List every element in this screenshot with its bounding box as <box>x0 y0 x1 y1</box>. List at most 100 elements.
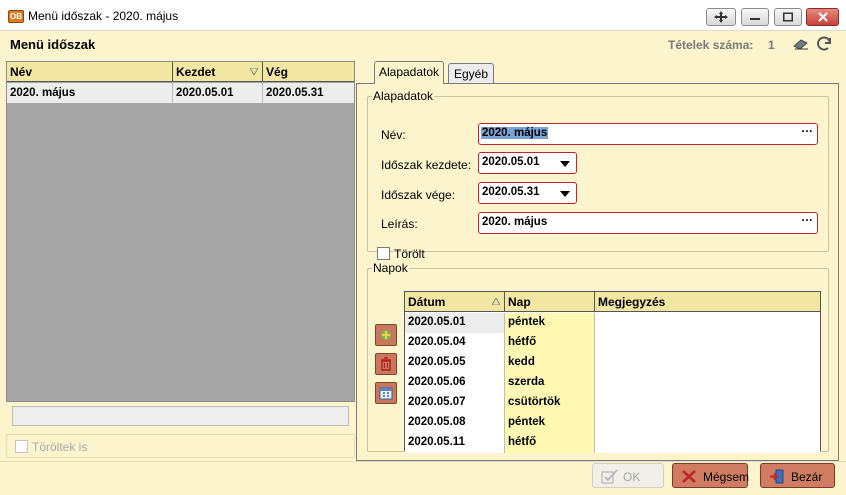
tab-content: Alapadatok Név: 2020. május ··· Időszak … <box>356 83 839 461</box>
name-field[interactable]: 2020. május ··· <box>478 123 818 145</box>
page-title: Menü időszak <box>10 37 96 52</box>
alapadatok-group: Alapadatok Név: 2020. május ··· Időszak … <box>367 89 829 261</box>
cell-date: 2020.05.11 <box>405 433 505 453</box>
cell-day: péntek <box>505 313 595 333</box>
item-count-label: Tételek száma: <box>668 38 754 52</box>
name-value: 2020. május <box>481 127 549 139</box>
deleted-too-checkbox[interactable] <box>15 440 28 453</box>
tab-alapadatok[interactable]: Alapadatok <box>374 61 444 84</box>
cell-end: 2020.05.31 <box>266 87 324 99</box>
move-button[interactable] <box>706 8 736 26</box>
filter-input[interactable] <box>12 406 349 426</box>
deleted-label: Törölt <box>394 247 425 261</box>
table-row[interactable]: 2020.05.07 csütörtök <box>405 393 820 413</box>
cell-date: 2020.05.06 <box>405 373 505 393</box>
move-icon <box>714 11 728 23</box>
edit-check-icon <box>601 469 618 484</box>
divider <box>0 461 846 462</box>
table-row[interactable]: 2020.05.01 péntek <box>405 313 820 333</box>
napok-group: Napok Dátum Nap Megjegyzés 2020.05.01 pé… <box>367 261 829 453</box>
days-grid-header: Dátum Nap Megjegyzés <box>405 292 820 312</box>
table-row[interactable]: 2020.05.08 péntek <box>405 413 820 433</box>
cancel-button[interactable]: Mégsem <box>672 463 750 488</box>
column-header-day[interactable]: Nap <box>505 292 595 312</box>
start-date-picker[interactable]: 2020.05.01 <box>478 152 577 174</box>
detail-panel: Alapadatok Egyéb Alapadatok Név: 2020. m… <box>356 61 840 461</box>
table-row[interactable]: 2020.05.06 szerda <box>405 373 820 393</box>
column-header-start[interactable]: Kezdet <box>173 62 263 82</box>
column-header-note[interactable]: Megjegyzés <box>595 292 820 312</box>
close-label: Bezár <box>791 470 823 484</box>
close-icon <box>817 12 828 22</box>
close-button[interactable]: Bezár <box>760 463 835 488</box>
end-label: Időszak vége: <box>381 188 456 202</box>
days-grid[interactable]: Dátum Nap Megjegyzés 2020.05.01 péntek 2… <box>404 291 821 453</box>
calendar-button[interactable] <box>375 382 397 404</box>
cell-note[interactable] <box>595 433 820 453</box>
calendar-icon <box>379 387 393 400</box>
end-date-picker[interactable]: 2020.05.31 <box>478 182 577 204</box>
page-header: Menü időszak Tételek száma: 1 <box>0 31 846 59</box>
sort-desc-icon <box>250 68 258 75</box>
start-label: Időszak kezdete: <box>381 158 472 172</box>
alapadatok-legend: Alapadatok <box>373 89 434 103</box>
description-value: 2020. május <box>482 216 548 228</box>
name-label: Név: <box>381 128 406 142</box>
column-header-date[interactable]: Dátum <box>405 292 505 312</box>
table-row[interactable]: 2020. május 2020.05.01 2020.05.31 <box>7 83 354 103</box>
cell-date: 2020.05.08 <box>405 413 505 433</box>
cell-day: csütörtök <box>505 393 595 413</box>
cell-date: 2020.05.05 <box>405 353 505 373</box>
sort-asc-icon <box>492 298 500 305</box>
deleted-too-toggle[interactable]: Töröltek is <box>6 434 355 458</box>
app-icon: OB <box>8 10 24 23</box>
cell-start: 2020.05.01 <box>173 83 263 103</box>
tab-egyeb[interactable]: Egyéb <box>448 63 494 83</box>
cancel-label: Mégsem <box>703 470 750 484</box>
minimize-icon <box>750 18 760 20</box>
add-icon <box>381 330 391 340</box>
period-list[interactable]: Név Kezdet Vég 2020. május 2020.05.01 20… <box>6 61 355 402</box>
deleted-checkbox[interactable] <box>377 247 390 260</box>
napok-legend: Napok <box>373 261 408 275</box>
chevron-down-icon[interactable] <box>560 191 570 197</box>
column-header-name[interactable]: Név <box>7 62 173 82</box>
column-header-date-label: Dátum <box>408 295 446 309</box>
description-ellipsis-button[interactable]: ··· <box>802 215 814 227</box>
table-row[interactable]: 2020.05.04 hétfő <box>405 333 820 353</box>
close-window-button[interactable] <box>806 8 839 26</box>
ok-button[interactable]: OK <box>592 463 664 488</box>
deleted-too-label: Töröltek is <box>32 440 88 454</box>
cell-note[interactable] <box>595 353 820 373</box>
eraser-icon[interactable] <box>792 36 810 52</box>
name-ellipsis-button[interactable]: ··· <box>802 126 814 138</box>
description-field[interactable]: 2020. május ··· <box>478 212 818 234</box>
cell-note[interactable] <box>595 333 820 353</box>
table-row[interactable]: 2020.05.05 kedd <box>405 353 820 373</box>
title-bar: OB Menü időszak - 2020. május <box>0 0 846 31</box>
cell-day: hétfő <box>505 433 595 453</box>
cell-day: hétfő <box>505 333 595 353</box>
column-header-end[interactable]: Vég <box>263 62 354 82</box>
cell-date: 2020.05.01 <box>405 313 505 333</box>
cell-day: péntek <box>505 413 595 433</box>
add-day-button[interactable] <box>375 324 397 346</box>
cell-day: kedd <box>505 353 595 373</box>
refresh-icon[interactable] <box>816 36 834 52</box>
column-header-start-label: Kezdet <box>176 65 216 79</box>
minimize-button[interactable] <box>741 8 769 26</box>
cell-date: 2020.05.04 <box>405 333 505 353</box>
window-title: Menü időszak - 2020. május <box>28 9 179 23</box>
table-row[interactable]: 2020.05.11 hétfő <box>405 433 820 453</box>
maximize-button[interactable] <box>774 8 802 26</box>
chevron-down-icon[interactable] <box>560 161 570 167</box>
cell-note[interactable] <box>595 373 820 393</box>
delete-day-button[interactable] <box>375 353 397 375</box>
start-date-value: 2020.05.01 <box>482 156 540 168</box>
cell-note[interactable] <box>595 413 820 433</box>
list-header: Név Kezdet Vég <box>7 62 354 82</box>
cell-note[interactable] <box>595 393 820 413</box>
cell-date: 2020.05.07 <box>405 393 505 413</box>
cell-day: szerda <box>505 373 595 393</box>
cell-note[interactable] <box>595 313 820 333</box>
